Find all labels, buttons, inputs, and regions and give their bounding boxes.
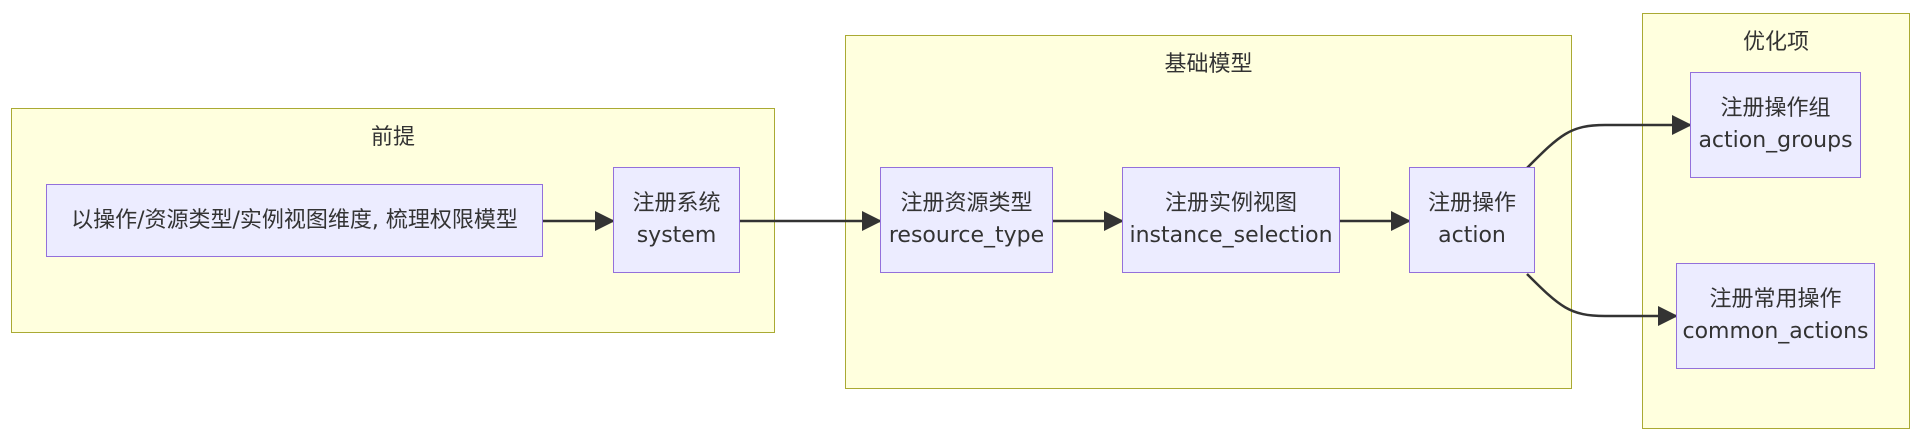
node-sort-permission-model: 以操作/资源类型/实例视图维度, 梳理权限模型	[46, 184, 543, 257]
edge-action-to-common-actions	[1526, 273, 1678, 326]
node-register-resource-type-code: resource_type	[888, 223, 1045, 248]
node-register-action-label: 注册操作	[1427, 191, 1516, 216]
node-register-common-actions-code: common_actions	[1682, 319, 1869, 344]
node-register-action-groups-code: action_groups	[1698, 128, 1853, 153]
node-register-system: 注册系统 system	[613, 167, 740, 273]
node-register-common-actions-label: 注册常用操作	[1709, 287, 1842, 312]
node-sort-permission-model-label: 以操作/资源类型/实例视图维度, 梳理权限模型	[71, 207, 518, 233]
node-register-action: 注册操作 action	[1409, 167, 1535, 273]
node-register-resource-type-label: 注册资源类型	[900, 191, 1033, 216]
node-register-action-code: action	[1438, 223, 1506, 248]
node-register-common-actions: 注册常用操作 common_actions	[1676, 263, 1875, 369]
node-register-action-groups-label: 注册操作组	[1720, 96, 1831, 121]
node-register-system-label: 注册系统	[632, 191, 721, 216]
node-register-instance-view: 注册实例视图 instance_selection	[1122, 167, 1340, 273]
node-register-instance-view-code: instance_selection	[1129, 223, 1333, 248]
node-register-resource-type: 注册资源类型 resource_type	[880, 167, 1053, 273]
edge-action-to-action-groups	[1526, 115, 1692, 169]
node-register-action-groups: 注册操作组 action_groups	[1690, 72, 1861, 178]
node-register-instance-view-label: 注册实例视图	[1164, 191, 1297, 216]
node-register-system-code: system	[636, 223, 717, 248]
